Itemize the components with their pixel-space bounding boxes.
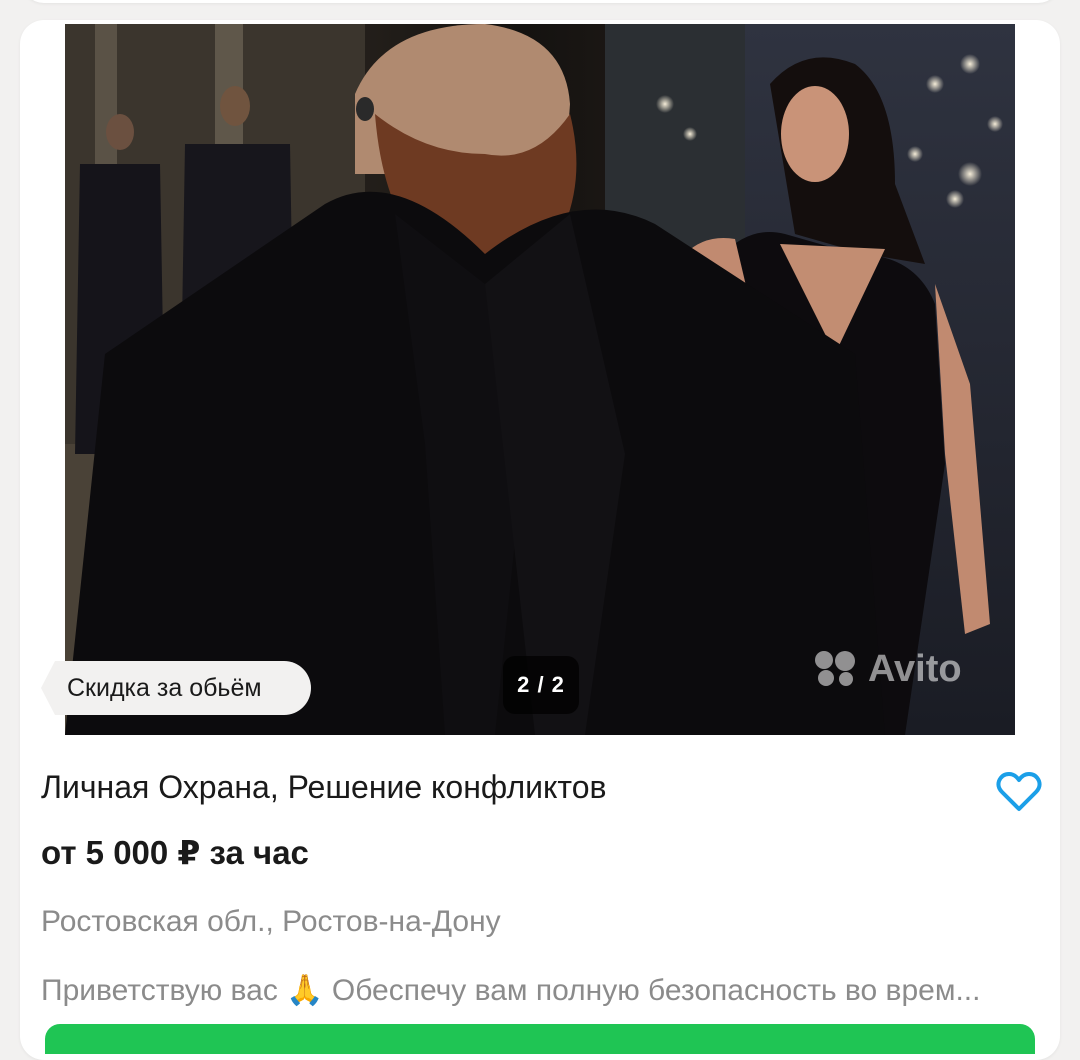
previous-listing-card[interactable] <box>22 0 1060 3</box>
heart-outline-icon <box>996 772 1042 811</box>
listing-photo[interactable] <box>65 24 1015 735</box>
discount-tag-label: Скидка за обьём <box>67 673 262 702</box>
photo-counter: 2 / 2 <box>503 656 579 714</box>
listing-location: Ростовская обл., Ростов-на-Дону <box>41 905 501 938</box>
avito-watermark-text: Avito <box>868 647 962 690</box>
listing-description: Приветствую вас 🙏 Обеспечу вам полную бе… <box>41 974 981 1007</box>
avito-logo-icon <box>815 651 855 686</box>
discount-tag: Скидка за обьём <box>41 661 311 715</box>
favorite-button[interactable] <box>994 770 1044 814</box>
photo-illustration <box>65 24 1015 735</box>
photo-counter-label: 2 / 2 <box>517 672 565 697</box>
listing-title[interactable]: Личная Охрана, Решение конфликтов <box>41 769 607 806</box>
avito-watermark: Avito <box>812 646 962 692</box>
listing-price: от 5 000 ₽ за час <box>41 834 309 871</box>
